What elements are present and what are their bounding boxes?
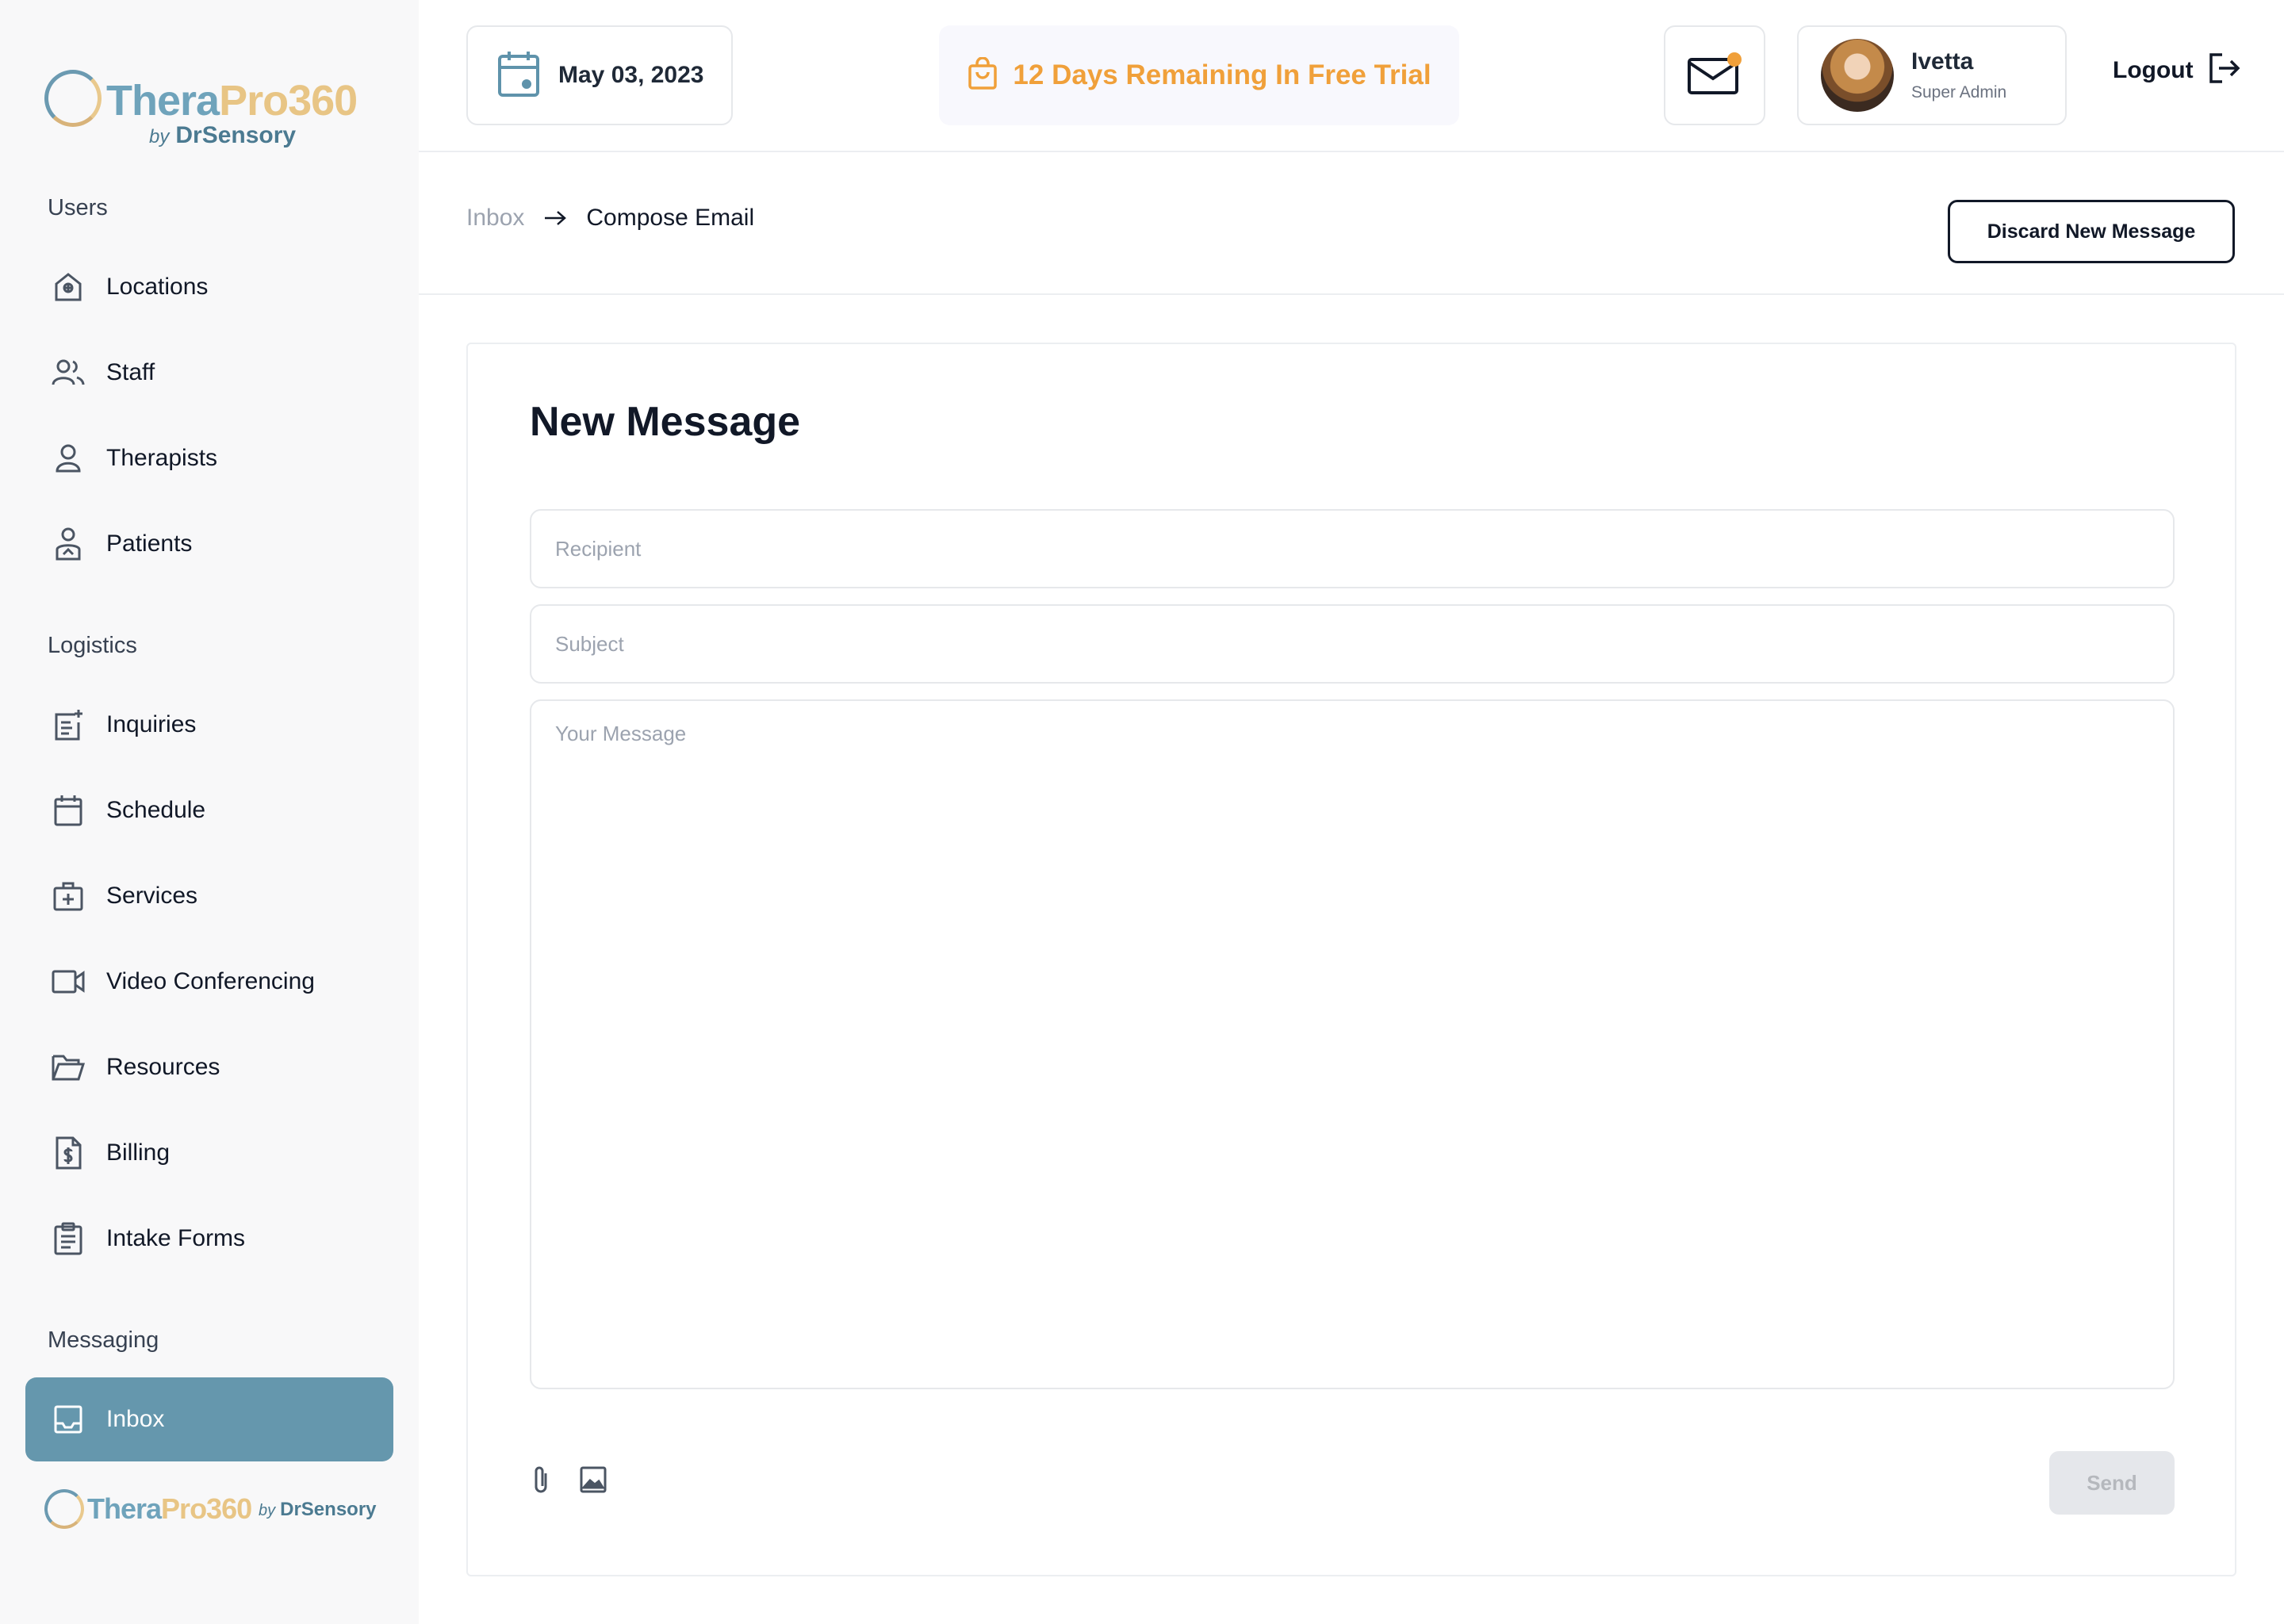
medical-kit-icon (51, 879, 86, 914)
sidebar-item-locations[interactable]: Locations (25, 245, 393, 329)
video-icon (51, 964, 86, 999)
sidebar-item-label: Video Conferencing (106, 968, 315, 994)
section-title-users: Users (48, 195, 108, 220)
message-textarea[interactable] (530, 699, 2175, 1389)
user-icon (51, 441, 86, 476)
patient-icon (51, 527, 86, 561)
top-bar: May 03, 2023 12 Days Remaining In Free T… (419, 0, 2284, 152)
sidebar-item-label: Services (106, 883, 198, 909)
shopping-bag-icon (967, 56, 998, 94)
section-title-messaging: Messaging (48, 1327, 159, 1353)
subject-input[interactable] (530, 604, 2175, 684)
compose-card: New Message Send (466, 343, 2236, 1576)
sidebar-item-label: Therapists (106, 445, 218, 471)
sidebar-item-inquiries[interactable]: Inquiries (25, 683, 393, 767)
logout-label: Logout (2113, 56, 2194, 83)
avatar (1821, 39, 1894, 112)
sidebar-item-inbox[interactable]: Inbox (25, 1377, 393, 1461)
sidebar-item-services[interactable]: Services (25, 854, 393, 938)
sidebar-item-schedule[interactable]: Schedule (25, 768, 393, 852)
logo-byline: by DrSensory (259, 1499, 377, 1520)
section-title-logistics: Logistics (48, 633, 137, 658)
sidebar-item-billing[interactable]: Billing (25, 1111, 393, 1195)
staff-icon (51, 355, 86, 390)
footer-brand-logo: TheraPro360 by DrSensory (44, 1486, 393, 1534)
sidebar-item-video-conferencing[interactable]: Video Conferencing (25, 940, 393, 1024)
user-name: Ivetta (1911, 48, 1974, 75)
sidebar-item-therapists[interactable]: Therapists (25, 416, 393, 500)
calendar-icon (496, 49, 541, 102)
location-house-icon (51, 270, 86, 304)
logo-byline: by DrSensory (149, 122, 297, 148)
sidebar-item-label: Billing (106, 1139, 171, 1166)
logo-ring-icon (44, 70, 102, 127)
sidebar-item-label: Staff (106, 359, 155, 385)
inquiry-icon (51, 707, 86, 742)
sidebar-item-label: Resources (106, 1054, 220, 1080)
breadcrumb-current: Compose Email (586, 205, 755, 231)
page-title: New Message (530, 399, 801, 445)
trial-banner: 12 Days Remaining In Free Trial (939, 25, 1459, 125)
clipboard-icon (51, 1221, 86, 1256)
mail-icon (1687, 52, 1742, 100)
messages-button[interactable] (1664, 25, 1765, 125)
breadcrumb-bar: Inbox Compose Email Discard New Message (419, 152, 2284, 295)
user-role: Super Admin (1911, 83, 2007, 102)
logo-text: TheraPro360 (106, 77, 358, 124)
logo-text: TheraPro360 (87, 1492, 252, 1525)
folder-icon (51, 1050, 86, 1085)
current-date: May 03, 2023 (466, 25, 733, 125)
recipient-input[interactable] (530, 509, 2175, 588)
trial-text: 12 Days Remaining In Free Trial (1013, 59, 1431, 90)
sidebar-item-label: Inquiries (106, 711, 197, 737)
discard-message-button[interactable]: Discard New Message (1948, 200, 2235, 263)
calendar-icon (51, 793, 86, 828)
brand-logo[interactable]: TheraPro360 by DrSensory (44, 67, 362, 154)
date-label: May 03, 2023 (558, 62, 704, 88)
sidebar-item-label: Patients (106, 530, 193, 557)
bill-icon (51, 1136, 86, 1170)
user-profile[interactable]: Ivetta Super Admin (1797, 25, 2067, 125)
inbox-icon (51, 1402, 86, 1437)
sidebar-item-label: Locations (106, 274, 209, 300)
paperclip-icon[interactable] (523, 1462, 558, 1497)
logout-icon (2208, 52, 2241, 88)
breadcrumb: Inbox Compose Email (466, 205, 754, 232)
sidebar-item-patients[interactable]: Patients (25, 502, 393, 586)
image-icon[interactable] (576, 1462, 611, 1497)
sidebar-item-staff[interactable]: Staff (25, 331, 393, 415)
sidebar-item-intake-forms[interactable]: Intake Forms (25, 1197, 393, 1281)
logo-ring-icon (44, 1489, 84, 1529)
sidebar-item-resources[interactable]: Resources (25, 1025, 393, 1109)
breadcrumb-inbox-link[interactable]: Inbox (466, 205, 524, 232)
sidebar-item-label: Schedule (106, 797, 206, 823)
sidebar-item-label: Inbox (106, 1406, 165, 1432)
send-button[interactable]: Send (2049, 1451, 2175, 1515)
arrow-right-icon (543, 209, 567, 227)
logout-button[interactable]: Logout (2113, 52, 2241, 88)
sidebar-item-label: Intake Forms (106, 1225, 246, 1251)
sidebar: TheraPro360 by DrSensory Users Locations … (0, 0, 419, 1624)
